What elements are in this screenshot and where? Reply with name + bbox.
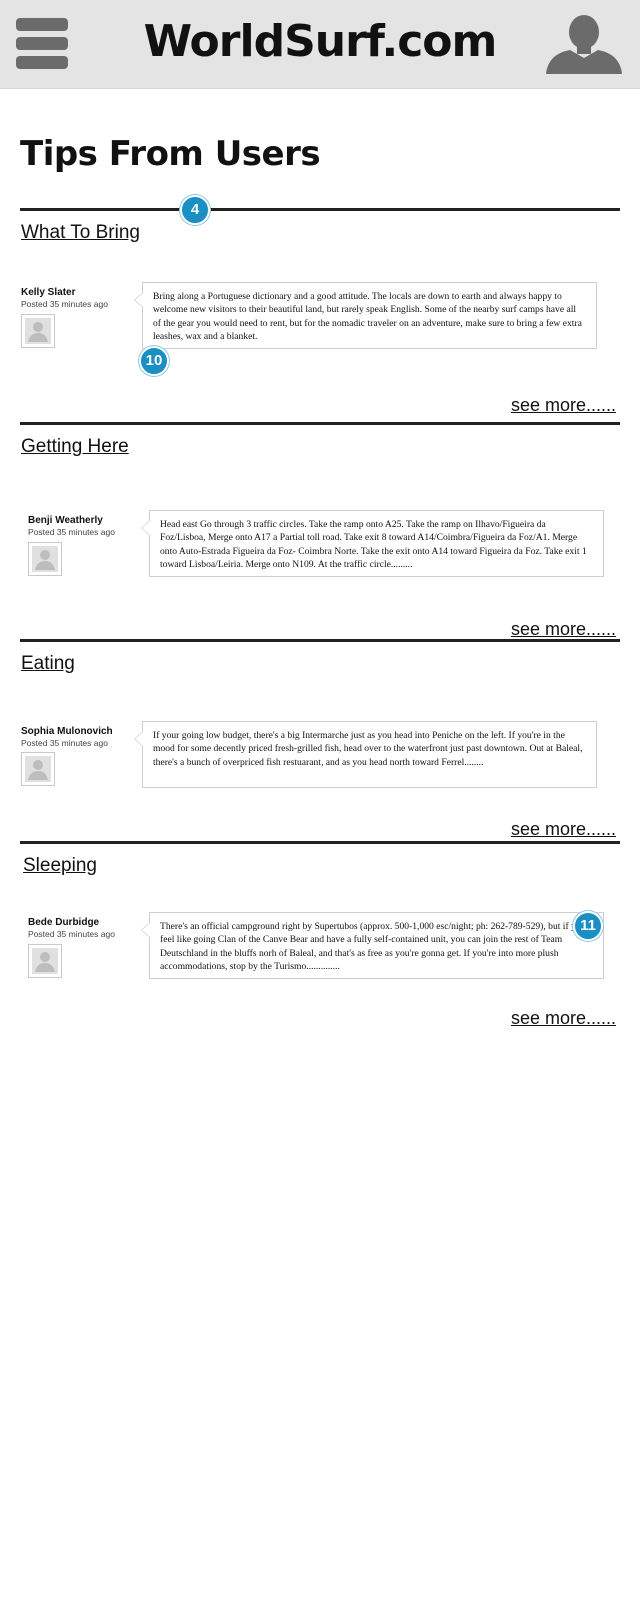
- annotation-badge: 10: [139, 346, 169, 376]
- see-more-link[interactable]: see more......: [511, 395, 616, 416]
- section-title-eating[interactable]: Eating: [21, 653, 75, 675]
- tip-bubble: If your going low budget, there's a big …: [134, 721, 597, 788]
- user-avatar-icon[interactable]: [544, 14, 624, 74]
- tip-bubble: There's an official campground right by …: [141, 912, 604, 979]
- user-placeholder-icon: [28, 760, 48, 780]
- section-divider: [20, 639, 620, 642]
- tip-bubble: Head east Go through 3 traffic circles. …: [141, 510, 604, 577]
- site-header: WorldSurf.com: [0, 0, 640, 89]
- posted-time: Posted 35 minutes ago: [28, 527, 115, 537]
- annotation-badge: 11: [573, 911, 603, 941]
- section-divider: [20, 208, 620, 211]
- user-placeholder-icon: [35, 952, 55, 972]
- author-name[interactable]: Kelly Slater: [21, 287, 75, 298]
- annotation-badge: 4: [180, 195, 210, 225]
- author-name[interactable]: Sophia Mulonovich: [21, 726, 113, 737]
- see-more-link[interactable]: see more......: [511, 819, 616, 840]
- author-avatar[interactable]: [21, 314, 55, 348]
- section-title-getting-here[interactable]: Getting Here: [21, 436, 129, 458]
- see-more-link[interactable]: see more......: [511, 619, 616, 640]
- see-more-link[interactable]: see more......: [511, 1008, 616, 1029]
- author-avatar[interactable]: [28, 944, 62, 978]
- section-divider: [20, 841, 620, 844]
- author-avatar[interactable]: [28, 542, 62, 576]
- author-avatar[interactable]: [21, 752, 55, 786]
- posted-time: Posted 35 minutes ago: [21, 299, 108, 309]
- posted-time: Posted 35 minutes ago: [21, 738, 108, 748]
- section-title-sleeping[interactable]: Sleeping: [23, 855, 97, 877]
- section-divider: [20, 422, 620, 425]
- author-name[interactable]: Bede Durbidge: [28, 917, 99, 928]
- user-placeholder-icon: [35, 550, 55, 570]
- author-name[interactable]: Benji Weatherly: [28, 515, 103, 526]
- posted-time: Posted 35 minutes ago: [28, 929, 115, 939]
- section-title-what-to-bring[interactable]: What To Bring: [21, 222, 140, 244]
- user-placeholder-icon: [28, 322, 48, 342]
- tip-bubble: Bring along a Portuguese dictionary and …: [134, 282, 597, 349]
- page-title: Tips From Users: [20, 134, 321, 174]
